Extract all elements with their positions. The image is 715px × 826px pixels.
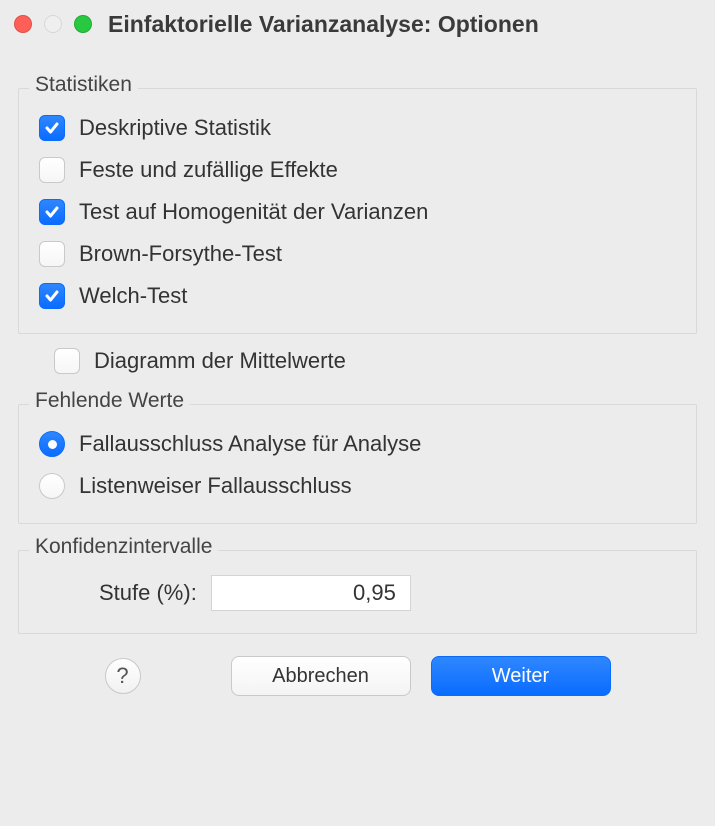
label-means-plot: Diagramm der Mittelwerte [94,348,346,374]
continue-button[interactable]: Weiter [431,656,611,696]
label-analysis-by-analysis: Fallausschluss Analyse für Analyse [79,431,421,457]
titlebar: Einfaktorielle Varianzanalyse: Optionen [0,0,715,48]
confidence-level-label: Stufe (%): [99,580,197,606]
label-fixed-random: Feste und zufällige Effekte [79,157,338,183]
option-homogeneity[interactable]: Test auf Homogenität der Varianzen [37,191,678,233]
confidence-row: Stufe (%): [37,569,678,617]
option-listwise[interactable]: Listenweiser Fallausschluss [37,465,678,507]
checkbox-fixed-random[interactable] [39,157,65,183]
help-button[interactable]: ? [105,658,141,694]
checkbox-means-plot[interactable] [54,348,80,374]
cancel-button[interactable]: Abbrechen [231,656,411,696]
window-controls [14,15,92,33]
checkbox-brown-forsythe[interactable] [39,241,65,267]
option-brown-forsythe[interactable]: Brown-Forsythe-Test [37,233,678,275]
option-descriptive[interactable]: Deskriptive Statistik [37,107,678,149]
option-means-plot[interactable]: Diagramm der Mittelwerte [18,342,697,378]
option-analysis-by-analysis[interactable]: Fallausschluss Analyse für Analyse [37,423,678,465]
minimize-icon [44,15,62,33]
close-icon[interactable] [14,15,32,33]
radio-listwise[interactable] [39,473,65,499]
zoom-icon[interactable] [74,15,92,33]
group-missing: Fehlende Werte Fallausschluss Analyse fü… [18,404,697,524]
option-fixed-random[interactable]: Feste und zufällige Effekte [37,149,678,191]
cancel-label: Abbrechen [272,665,369,688]
button-row: ? Abbrechen Weiter [18,656,697,696]
option-welch[interactable]: Welch-Test [37,275,678,317]
group-statistics-label: Statistiken [29,73,138,97]
group-statistics: Statistiken Deskriptive Statistik Feste … [18,88,697,334]
continue-label: Weiter [492,665,549,688]
confidence-level-input[interactable] [211,575,411,611]
window-title: Einfaktorielle Varianzanalyse: Optionen [108,11,539,38]
checkbox-homogeneity[interactable] [39,199,65,225]
radio-analysis-by-analysis[interactable] [39,431,65,457]
help-icon: ? [116,663,128,689]
label-listwise: Listenweiser Fallausschluss [79,473,352,499]
group-confidence: Konfidenzintervalle Stufe (%): [18,550,697,634]
group-missing-label: Fehlende Werte [29,389,190,413]
checkbox-descriptive[interactable] [39,115,65,141]
label-brown-forsythe: Brown-Forsythe-Test [79,241,282,267]
label-homogeneity: Test auf Homogenität der Varianzen [79,199,428,225]
group-confidence-label: Konfidenzintervalle [29,535,218,559]
label-descriptive: Deskriptive Statistik [79,115,271,141]
label-welch: Welch-Test [79,283,187,309]
dialog-content: Statistiken Deskriptive Statistik Feste … [0,48,715,714]
checkbox-welch[interactable] [39,283,65,309]
